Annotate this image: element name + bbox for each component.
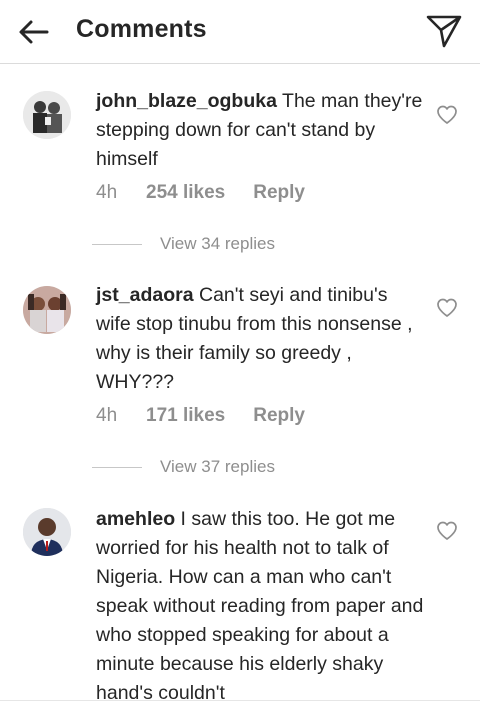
avatar-image bbox=[23, 508, 71, 556]
heart-icon[interactable] bbox=[436, 520, 458, 542]
comment-username[interactable]: john_blaze_ogbuka bbox=[96, 90, 277, 112]
reply-button[interactable]: Reply bbox=[253, 405, 305, 427]
avatar[interactable] bbox=[23, 91, 71, 139]
page-title: Comments bbox=[76, 15, 207, 43]
avatar[interactable] bbox=[23, 508, 71, 556]
comment-content: I saw this too. He got me worried for hi… bbox=[96, 508, 424, 700]
replies-divider bbox=[92, 466, 142, 468]
comment-text: amehleo I saw this too. He got me worrie… bbox=[96, 505, 426, 700]
comment-meta: 4h 171 likes Reply bbox=[96, 405, 305, 427]
heart-icon[interactable] bbox=[436, 104, 458, 126]
comment-text: john_blaze_ogbuka The man they're steppi… bbox=[96, 87, 426, 174]
comment-likes[interactable]: 254 likes bbox=[146, 182, 225, 204]
view-replies-label: View 34 replies bbox=[160, 234, 275, 253]
header-bar: Comments bbox=[0, 0, 480, 64]
comment-time: 4h bbox=[96, 182, 118, 203]
bottom-divider bbox=[0, 700, 480, 701]
view-replies-label: View 37 replies bbox=[160, 457, 275, 476]
comment-username[interactable]: amehleo bbox=[96, 508, 175, 530]
heart-icon[interactable] bbox=[436, 297, 458, 319]
comment-meta: 4h 254 likes Reply bbox=[96, 182, 305, 204]
view-replies-button[interactable]: View 34 replies bbox=[92, 234, 275, 254]
arrow-left-icon[interactable] bbox=[16, 14, 52, 50]
replies-divider bbox=[92, 243, 142, 245]
view-replies-button[interactable]: View 37 replies bbox=[92, 457, 275, 477]
comment-likes[interactable]: 171 likes bbox=[146, 405, 225, 427]
avatar-image bbox=[23, 286, 71, 334]
comment-text: jst_adaora Can't seyi and tinibu's wife … bbox=[96, 281, 426, 397]
avatar-image bbox=[23, 91, 71, 139]
comment-username[interactable]: jst_adaora bbox=[96, 284, 194, 306]
reply-button[interactable]: Reply bbox=[253, 182, 305, 204]
comment-time: 4h bbox=[96, 405, 118, 426]
paper-plane-icon[interactable] bbox=[424, 12, 464, 50]
avatar[interactable] bbox=[23, 286, 71, 334]
